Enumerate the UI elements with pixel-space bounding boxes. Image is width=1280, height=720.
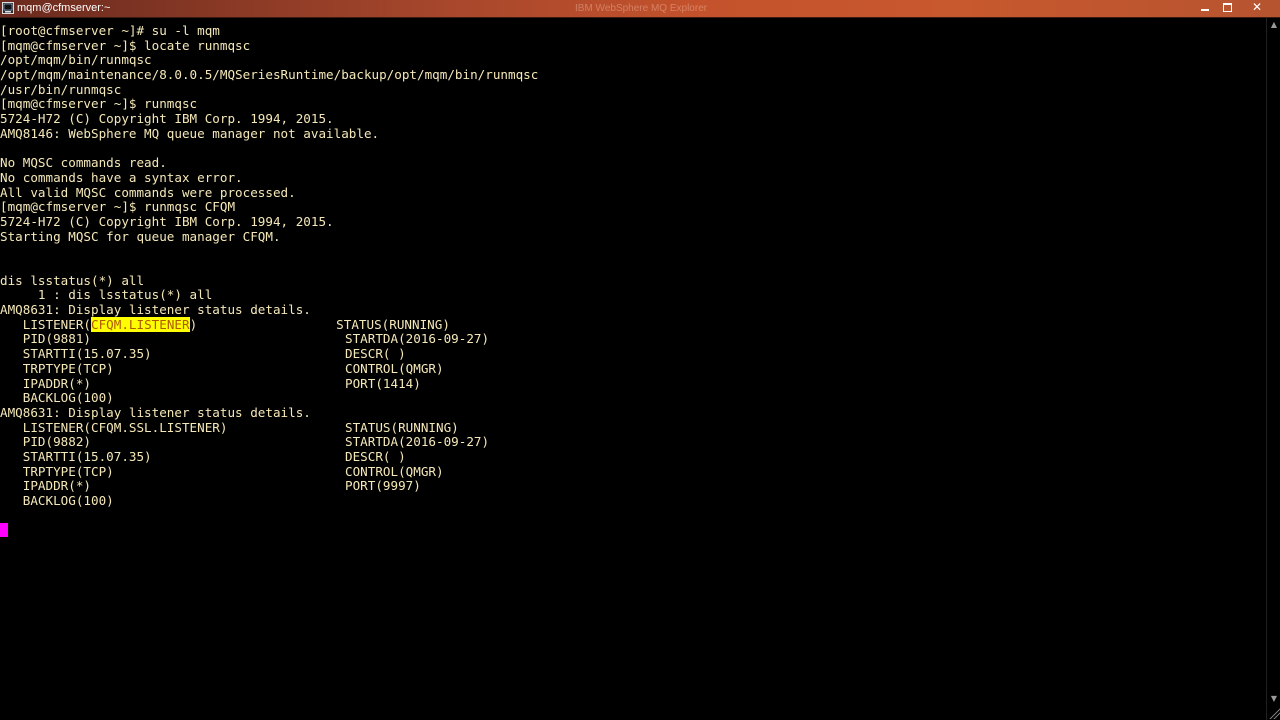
terminal-line: 5724-H72 (C) Copyright IBM Corp. 1994, 2… <box>0 111 334 127</box>
terminal-line: /usr/bin/runmqsc <box>0 81 122 97</box>
terminal-line: /opt/mqm/bin/runmqsc <box>0 52 152 68</box>
title-bar[interactable]: mqm@cfmserver:~ IBM WebSphere MQ Explore… <box>0 0 1280 18</box>
terminal-line: dis lsstatus(*) all <box>0 272 145 288</box>
maximize-button[interactable] <box>1216 0 1238 15</box>
minimize-button[interactable] <box>1194 0 1216 15</box>
listener-1-suffix: ) <box>189 316 198 332</box>
terminal-line: 1 : dis lsstatus(*) all <box>0 287 213 303</box>
listener-2-attr-line: BACKLOG(100) <box>0 493 1266 509</box>
terminal-line: AMQ8631: Display listener status details… <box>0 302 311 318</box>
listener-attr-left: STARTTI(15.07.35) <box>0 346 152 362</box>
listener-attr-right: PORT(1414) <box>345 375 421 391</box>
listener-2-name: LISTENER(CFQM.SSL.LISTENER) <box>0 419 228 435</box>
listener-1-attr-line: TRPTYPE(TCP) CONTROL(QMGR) <box>0 360 1266 377</box>
background-app-title: IBM WebSphere MQ Explorer <box>575 3 708 14</box>
listener-attr-left: TRPTYPE(TCP) <box>0 463 114 479</box>
listener-attr-left: IPADDR(*) <box>0 478 91 494</box>
listener-attr-right: CONTROL(QMGR) <box>345 360 444 376</box>
close-icon: ✕ <box>1251 0 1263 14</box>
listener-attr-left: IPADDR(*) <box>0 375 91 391</box>
listener-attr-left: BACKLOG(100) <box>0 390 114 406</box>
vertical-scrollbar[interactable]: ▲ ▼ <box>1266 18 1280 720</box>
listener-attr-right: PORT(9997) <box>345 478 421 494</box>
close-button[interactable]: ✕ <box>1246 0 1268 15</box>
listener-attr-left: STARTTI(15.07.35) <box>0 448 152 464</box>
listener-1-attr-line: PID(9881) STARTDA(2016-09-27) <box>0 332 1266 347</box>
listener-1-name-line: LISTENER(CFQM.LISTENER) STATUS(RUNNING) <box>0 316 1266 333</box>
minimize-icon <box>1201 9 1209 11</box>
listener-attr-left: PID(9882) <box>0 434 91 450</box>
terminal-line: [mqm@cfmserver ~]$ runmqsc CFQM <box>0 199 236 215</box>
selected-listener-name[interactable]: CFQM.LISTENER <box>91 316 190 332</box>
maximize-icon <box>1222 3 1232 12</box>
terminal-line: No MQSC commands read. <box>0 155 167 171</box>
terminal-cursor <box>0 523 8 538</box>
terminal-app-icon[interactable] <box>2 2 14 14</box>
listener-1-attr-line: IPADDR(*) PORT(1414) <box>0 375 1266 392</box>
listener-2-name-line: LISTENER(CFQM.SSL.LISTENER) STATUS(RUNNIN… <box>0 419 1266 436</box>
listener-attr-left: BACKLOG(100) <box>0 493 114 508</box>
listener-2-attr-line: STARTTI(15.07.35) DESCR( ) <box>0 448 1266 465</box>
listener-attr-right: DESCR( ) <box>345 346 406 362</box>
listener-1-attr-line: BACKLOG(100) <box>0 390 1266 406</box>
terminal-line: [root@cfmserver ~]# su -l mqm <box>0 24 220 38</box>
listener-1-prefix: LISTENER( <box>0 316 91 332</box>
listener-2-attr-line: PID(9882) STARTDA(2016-09-27) <box>0 434 1266 450</box>
resize-grip-icon[interactable] <box>1268 707 1280 719</box>
terminal-line: AMQ8146: WebSphere MQ queue manager not … <box>0 125 380 141</box>
terminal-line: AMQ8631: Display listener status details… <box>0 404 311 420</box>
terminal-line: Starting MQSC for queue manager CFQM. <box>0 228 281 244</box>
listener-2-attr-line: TRPTYPE(TCP) CONTROL(QMGR) <box>0 463 1266 480</box>
listener-attr-right: STARTDA(2016-09-27) <box>345 434 490 450</box>
listener-attr-right: DESCR( ) <box>345 448 406 464</box>
scroll-down-arrow-icon[interactable]: ▼ <box>1269 694 1279 704</box>
listener-1-status: STATUS(RUNNING) <box>336 316 450 332</box>
terminal-line: [mqm@cfmserver ~]$ runmqsc <box>0 96 198 112</box>
terminal-line: No commands have a syntax error. <box>0 169 243 185</box>
listener-attr-right: STARTDA(2016-09-27) <box>345 331 490 347</box>
terminal-line: [mqm@cfmserver ~]$ locate runmqsc <box>0 37 251 53</box>
prompt-line[interactable] <box>0 523 1266 538</box>
listener-attr-right: CONTROL(QMGR) <box>345 463 444 479</box>
listener-2-attr-line: IPADDR(*) PORT(9997) <box>0 478 1266 494</box>
listener-attr-left: TRPTYPE(TCP) <box>0 360 114 376</box>
listener-2-status: STATUS(RUNNING) <box>345 419 459 435</box>
listener-attr-left: PID(9881) <box>0 331 91 347</box>
window-title: mqm@cfmserver:~ <box>17 2 111 14</box>
terminal-line: All valid MQSC commands were processed. <box>0 184 296 200</box>
terminal-window: mqm@cfmserver:~ IBM WebSphere MQ Explore… <box>0 0 1280 720</box>
terminal-line: /opt/mqm/maintenance/8.0.0.5/MQSeriesRun… <box>0 67 539 83</box>
terminal-output[interactable]: [root@cfmserver ~]# su -l mqm [mqm@cfmse… <box>0 24 1266 720</box>
terminal-line: 5724-H72 (C) Copyright IBM Corp. 1994, 2… <box>0 213 334 229</box>
listener-1-attr-line: STARTTI(15.07.35) DESCR( ) <box>0 346 1266 362</box>
scroll-up-arrow-icon[interactable]: ▲ <box>1269 20 1279 30</box>
